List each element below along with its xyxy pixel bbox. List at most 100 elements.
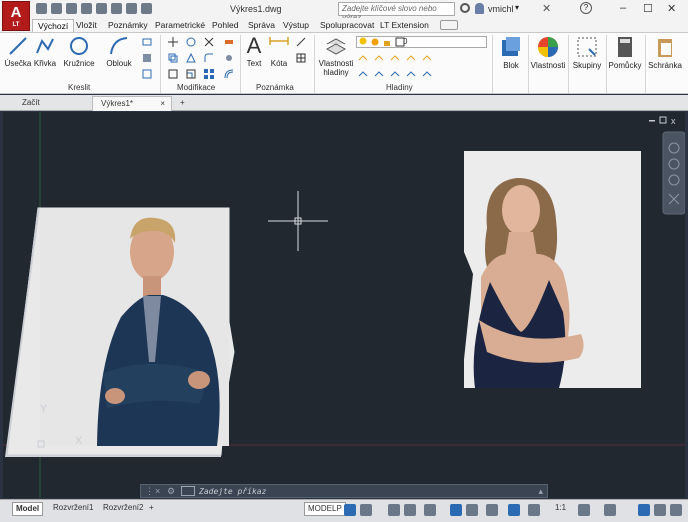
tab-lt-extension[interactable]: LT Extension [375, 19, 434, 32]
chevron-up-icon[interactable]: ▴ [538, 486, 543, 497]
stretch-icon[interactable] [168, 69, 178, 79]
plus-icon[interactable] [604, 504, 616, 516]
arc-button[interactable]: Oblouk [104, 35, 134, 68]
leader-icon[interactable] [296, 37, 306, 47]
drawing-canvas[interactable]: Y X x [3, 112, 685, 498]
clean-screen-icon[interactable] [654, 504, 666, 516]
clipboard-button[interactable]: Schránka [647, 35, 683, 70]
isodraft-icon[interactable] [424, 504, 436, 516]
exchange-icon[interactable]: ✕ [542, 2, 551, 15]
help-icon[interactable]: ? [580, 2, 592, 14]
search-icon[interactable] [460, 3, 470, 13]
chevron-down-icon[interactable]: ▾ [515, 3, 519, 12]
annotation-visibility-icon[interactable] [528, 504, 540, 516]
layout-tab-model[interactable]: Model [12, 502, 44, 516]
properties-button[interactable]: Vlastnosti [530, 35, 566, 70]
user-name[interactable]: vmichl [488, 4, 514, 14]
wrench-icon[interactable]: ⚙ [167, 486, 175, 497]
file-tab-drawing[interactable]: Výkres1* × [92, 96, 172, 111]
scale-dropdown[interactable]: 1:1 [552, 502, 569, 516]
scale-icon[interactable] [186, 69, 196, 79]
save-as-icon[interactable] [81, 3, 92, 14]
explode-icon[interactable] [224, 53, 234, 63]
rectangle-icon[interactable] [142, 37, 152, 47]
command-history-icon[interactable] [181, 486, 195, 496]
mirror-icon[interactable] [186, 53, 196, 63]
grid-icon[interactable] [344, 504, 356, 516]
add-layout-button[interactable]: + [146, 502, 157, 516]
isolate-icon[interactable] [638, 504, 650, 516]
image-man[interactable] [6, 207, 235, 456]
print-icon[interactable] [111, 3, 122, 14]
offset-icon[interactable] [224, 69, 234, 79]
layer-tool-icon[interactable] [374, 69, 384, 79]
application-menu-button[interactable]: A LT [2, 1, 30, 31]
tab-vystup[interactable]: Výstup [278, 19, 314, 32]
fillet-icon[interactable] [204, 53, 214, 63]
file-tab-start[interactable]: Začít [14, 96, 88, 111]
layer-properties-button[interactable]: Vlastnosti hladiny [318, 35, 354, 77]
tab-vychozi[interactable]: Výchozí [32, 19, 75, 32]
customize-icon[interactable] [670, 504, 682, 516]
close-icon[interactable]: × [160, 97, 165, 111]
layer-tool-icon[interactable] [406, 53, 416, 63]
layer-tool-icon[interactable] [358, 69, 368, 79]
layer-tool-icon[interactable] [358, 53, 368, 63]
save-icon[interactable] [66, 3, 77, 14]
table-icon[interactable] [296, 53, 306, 63]
maximize-icon[interactable]: ☐ [643, 2, 653, 15]
grip-icon[interactable]: ⋮ [145, 486, 154, 497]
text-button[interactable]: A Text [244, 35, 264, 69]
tab-spolupracovat[interactable]: Spolupracovat [315, 19, 379, 32]
redo-icon[interactable] [141, 3, 152, 14]
model-space-toggle[interactable]: MODELP [304, 502, 346, 516]
circle-button[interactable]: Kružnice [62, 35, 96, 68]
copy-icon[interactable] [168, 53, 178, 63]
minimize-icon[interactable]: – [620, 2, 626, 14]
open-icon[interactable] [51, 3, 62, 14]
panel-label-hladiny[interactable]: Hladiny [386, 83, 413, 92]
new-icon[interactable] [36, 3, 47, 14]
close-icon[interactable]: × [155, 486, 160, 496]
command-line[interactable]: ⋮ × ⚙ Zadejte příkaz ▴ [140, 484, 548, 498]
lineweight-icon[interactable] [486, 504, 498, 516]
polar-icon[interactable] [404, 504, 416, 516]
layout-tab-1[interactable]: Rozvržení1 [50, 502, 96, 516]
layer-tool-icon[interactable] [406, 69, 416, 79]
command-input[interactable]: Zadejte příkaz [199, 487, 266, 496]
layout-tab-2[interactable]: Rozvržení2 [100, 502, 146, 516]
array-icon[interactable] [204, 69, 214, 79]
tab-sprava[interactable]: Správa [243, 19, 280, 32]
layer-tool-icon[interactable] [390, 53, 400, 63]
tab-pohled[interactable]: Pohled [207, 19, 243, 32]
layer-tool-icon[interactable] [390, 69, 400, 79]
trim-icon[interactable] [204, 37, 214, 47]
web-icon[interactable] [96, 3, 107, 14]
tab-parametricke[interactable]: Parametrické [150, 19, 210, 32]
groups-button[interactable]: Skupiny [571, 35, 603, 70]
region-icon[interactable] [142, 69, 152, 79]
osnap-icon[interactable] [466, 504, 478, 516]
panel-label-modifikace[interactable]: Modifikace [177, 83, 215, 92]
block-button[interactable]: Blok [496, 35, 526, 70]
panel-label-kreslit[interactable]: Kreslit [68, 83, 90, 92]
ribbon-toggle-button[interactable] [440, 20, 458, 30]
move-icon[interactable] [168, 37, 178, 47]
layer-tool-icon[interactable] [422, 53, 432, 63]
navigation-bar[interactable] [662, 131, 685, 215]
osnap-tracking-icon[interactable] [450, 504, 462, 516]
undo-icon[interactable] [126, 3, 137, 14]
panel-label-poznamka[interactable]: Poznámka [256, 83, 294, 92]
close-icon[interactable]: ✕ [667, 2, 676, 15]
tab-poznamky[interactable]: Poznámky [103, 19, 153, 32]
user-icon[interactable] [475, 3, 484, 14]
dimension-button[interactable]: Kóta [268, 35, 290, 68]
annotation-scale-icon[interactable] [508, 504, 520, 516]
polyline-button[interactable]: Křivka [32, 35, 58, 68]
search-input[interactable]: Zadejte klíčové slovo nebo výraz. [338, 2, 455, 22]
image-woman[interactable] [461, 151, 641, 388]
tab-vlozit[interactable]: Vložit [71, 19, 102, 32]
erase-icon[interactable] [224, 37, 234, 47]
layer-tool-icon[interactable] [422, 69, 432, 79]
utilities-button[interactable]: Pomůcky [608, 35, 642, 70]
